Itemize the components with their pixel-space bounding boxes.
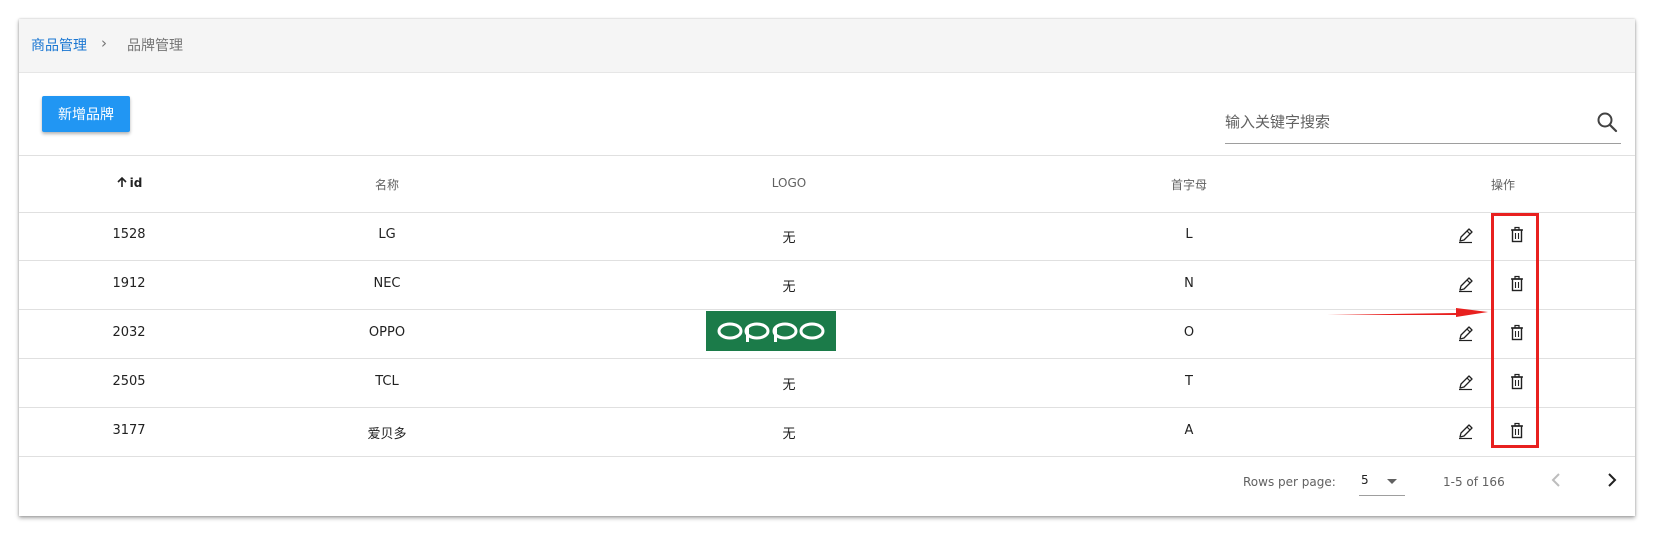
breadcrumb-separator: › — [101, 34, 107, 52]
cell-letter: T — [1185, 374, 1193, 389]
pencil-icon[interactable] — [1456, 225, 1476, 245]
caret-down-icon — [1387, 479, 1397, 484]
pencil-icon[interactable] — [1456, 274, 1476, 294]
pencil-icon[interactable] — [1456, 372, 1476, 392]
rows-per-page-select[interactable]: 5 — [1359, 467, 1405, 496]
column-header-name[interactable]: 名称 — [327, 176, 447, 193]
cell-name: LG — [378, 227, 396, 242]
cell-logo: 无 — [782, 231, 796, 246]
table-row: 1528 LG 无 L — [19, 212, 1635, 261]
cell-letter: N — [1184, 276, 1194, 291]
page-range-text: 1-5 of 166 — [1443, 475, 1505, 489]
oppo-logo-image — [706, 311, 836, 351]
chevron-right-icon[interactable] — [1600, 468, 1624, 492]
search-field — [1225, 107, 1621, 144]
oppo-logo-mark — [717, 322, 825, 342]
pencil-icon[interactable] — [1456, 421, 1476, 441]
column-header-logo[interactable]: LOGO — [719, 176, 859, 190]
table-row: 2505 TCL 无 T — [19, 359, 1635, 408]
cell-logo: 无 — [782, 280, 796, 295]
brand-management-card: 商品管理 › 品牌管理 新增品牌 id 名称 LOGO 首字母 操作 1528 … — [19, 19, 1635, 516]
cell-id: 3177 — [112, 423, 146, 438]
cell-id: 2032 — [112, 325, 146, 340]
cell-name: NEC — [373, 276, 401, 291]
column-header-id-label: id — [129, 176, 143, 190]
cell-letter: L — [1185, 227, 1193, 242]
chevron-left-icon[interactable] — [1544, 468, 1568, 492]
column-header-actions: 操作 — [1490, 178, 1515, 192]
pencil-icon[interactable] — [1456, 323, 1476, 343]
breadcrumb-current: 品牌管理 — [127, 38, 183, 54]
cell-name: TCL — [375, 374, 399, 389]
table-row: 3177 爱贝多 无 A — [19, 408, 1635, 457]
cell-id: 1912 — [112, 276, 146, 291]
cell-id: 2505 — [112, 374, 146, 389]
add-brand-button[interactable]: 新增品牌 — [42, 96, 130, 132]
cell-name: 爱贝多 — [367, 427, 407, 442]
cell-letter: A — [1184, 423, 1194, 438]
arrow-up-icon — [117, 176, 127, 187]
table-pagination: Rows per page: 5 1-5 of 166 — [19, 455, 1635, 513]
cell-letter: O — [1183, 325, 1195, 340]
cell-logo: 无 — [782, 378, 796, 393]
annotation-arrow — [1327, 308, 1488, 317]
cell-id: 1528 — [112, 227, 146, 242]
cell-logo: 无 — [782, 427, 796, 442]
annotation-highlight-box — [1491, 213, 1539, 448]
search-icon[interactable] — [1595, 110, 1619, 134]
rows-per-page-value: 5 — [1361, 473, 1369, 487]
table-header: id 名称 LOGO 首字母 操作 — [19, 155, 1635, 213]
breadcrumb-parent-link[interactable]: 商品管理 — [31, 35, 87, 55]
rows-per-page-label: Rows per page: — [1243, 475, 1336, 489]
breadcrumb: 商品管理 › 品牌管理 — [19, 19, 1635, 73]
column-header-letter[interactable]: 首字母 — [1139, 176, 1239, 193]
search-input[interactable] — [1225, 107, 1585, 137]
cell-name: OPPO — [368, 325, 406, 340]
column-header-id[interactable]: id — [79, 176, 179, 190]
